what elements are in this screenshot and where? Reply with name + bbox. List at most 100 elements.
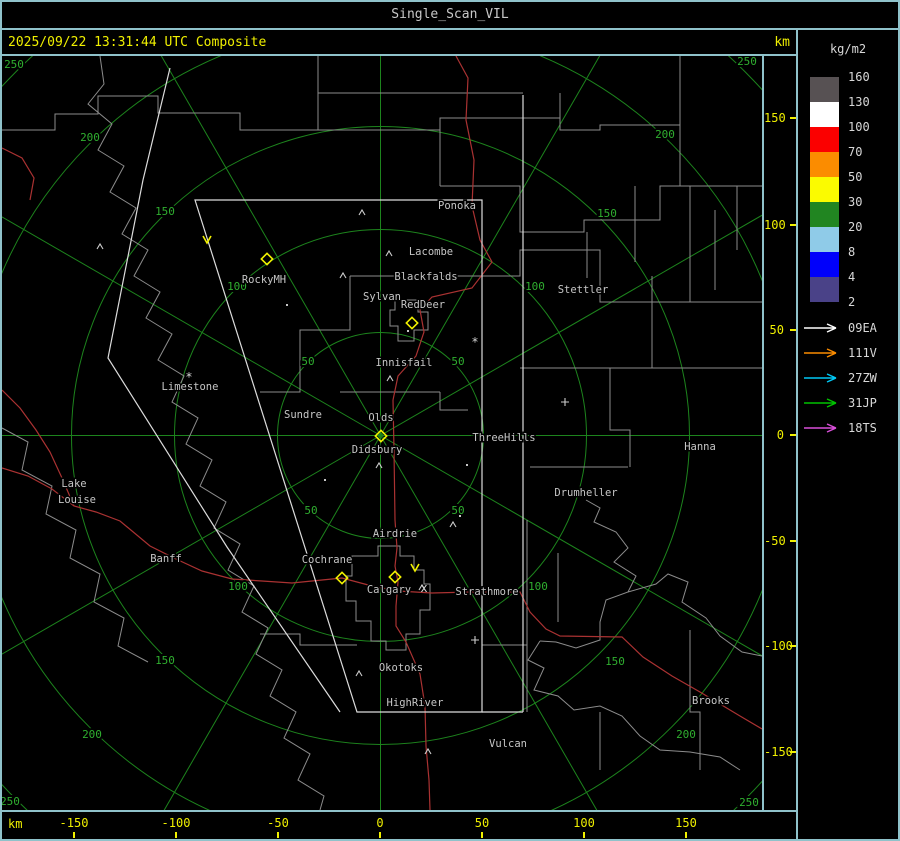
range-ring-label: 100 bbox=[228, 580, 248, 593]
legend-scale-value: 50 bbox=[848, 170, 863, 184]
frame-line-map-right bbox=[762, 54, 764, 812]
bottom-axis-label: -150 bbox=[59, 816, 89, 830]
range-ring-label: 50 bbox=[451, 504, 464, 517]
radar-id-label: 31JP bbox=[848, 396, 877, 410]
radar-coverage-outline bbox=[482, 95, 524, 713]
bottom-axis-tick bbox=[685, 832, 687, 838]
right-axis-unit-label: km bbox=[774, 35, 790, 50]
county-boundary bbox=[2, 95, 318, 131]
range-ring-label: 250 bbox=[2, 795, 20, 808]
town-label: Stettler bbox=[558, 284, 609, 296]
dot-marker bbox=[286, 304, 288, 306]
frame-line-below-title bbox=[0, 28, 900, 30]
bottom-axis-label: 100 bbox=[573, 816, 595, 830]
town-label: RedDeer bbox=[401, 299, 445, 311]
range-ring-label: 150 bbox=[155, 654, 175, 667]
radar-legend-row: 111V bbox=[802, 345, 898, 361]
range-ring-label: 250 bbox=[739, 796, 759, 809]
range-ring-label: 200 bbox=[676, 728, 696, 741]
radar-arrow-icon bbox=[804, 348, 837, 358]
right-axis-label: -150 bbox=[764, 745, 793, 759]
bottom-axis-label: -50 bbox=[267, 816, 289, 830]
town-label: Okotoks bbox=[379, 662, 423, 674]
county-boundary bbox=[520, 186, 762, 468]
range-ring-label: 200 bbox=[80, 131, 100, 144]
town-label: Hanna bbox=[684, 441, 716, 453]
title-bar: Single_Scan_VIL bbox=[0, 2, 900, 28]
legend-color-swatch bbox=[810, 252, 839, 277]
caret-marker bbox=[358, 208, 366, 216]
town-label: Lake bbox=[61, 478, 86, 490]
legend-scale-value: 20 bbox=[848, 220, 863, 234]
town-label: Airdrie bbox=[373, 528, 417, 540]
legend-color-swatch bbox=[810, 77, 839, 102]
bottom-axis-label: 50 bbox=[474, 816, 490, 830]
right-axis: 150 100 50 0 -50 -100 -150 bbox=[764, 56, 797, 810]
caret-marker bbox=[385, 249, 393, 257]
radar-id-label: 27ZW bbox=[848, 371, 877, 385]
legend-color-swatch bbox=[810, 277, 839, 302]
dot-marker bbox=[407, 330, 409, 332]
radar-legend-row: 18TS bbox=[802, 420, 898, 436]
bottom-axis-tick bbox=[73, 832, 75, 838]
bottom-axis-tick bbox=[379, 832, 381, 838]
radar-arrow-icon bbox=[804, 423, 837, 433]
radar-legend-row: 31JP bbox=[802, 395, 898, 411]
site-diamond-marker bbox=[260, 252, 274, 266]
radar-arrow-icon bbox=[804, 373, 837, 383]
town-label: Vulcan bbox=[489, 738, 527, 750]
legend-color-swatch bbox=[810, 177, 839, 202]
window-title: Single_Scan_VIL bbox=[391, 7, 509, 22]
range-ring-label: 50 bbox=[451, 355, 464, 368]
legend-scale-end-value: 2 bbox=[848, 295, 856, 309]
town-label: Louise bbox=[58, 494, 96, 506]
frame-line-top bbox=[0, 0, 900, 2]
bottom-axis: km -150 -100 -50 0 50 100 150 bbox=[0, 812, 796, 839]
legend-scale-value: 100 bbox=[848, 120, 870, 134]
dot-marker bbox=[324, 479, 326, 481]
legend-scale-value: 4 bbox=[848, 270, 856, 284]
site-diamond-marker bbox=[388, 570, 402, 584]
county-boundary bbox=[87, 56, 325, 810]
town-label: Olds bbox=[368, 412, 393, 424]
town-label: Didsbury bbox=[352, 444, 403, 456]
bottom-axis-tick bbox=[583, 832, 585, 838]
site-diamond-marker bbox=[405, 316, 419, 330]
legend-scale-value: 70 bbox=[848, 145, 863, 159]
range-ring-label: 50 bbox=[304, 504, 317, 517]
bottom-axis-label: 150 bbox=[675, 816, 697, 830]
town-label: Sundre bbox=[284, 409, 322, 421]
legend-color-swatch bbox=[810, 202, 839, 227]
asterisk-marker: * bbox=[185, 370, 192, 384]
caret-marker bbox=[96, 242, 104, 250]
frame-line-above-bottom-axis bbox=[0, 810, 798, 812]
radar-app-window: Single_Scan_VIL 2025/09/22 13:31:44 UTC … bbox=[0, 0, 900, 841]
radar-id-label: 09EA bbox=[848, 321, 877, 335]
plus-marker bbox=[471, 636, 479, 644]
range-ring-label: 200 bbox=[82, 728, 102, 741]
right-axis-label: 150 bbox=[764, 111, 786, 125]
plus-marker bbox=[561, 398, 569, 406]
radar-map-canvas: 50 5050 50100 100100 100150 150150 150200 20020… bbox=[2, 56, 762, 810]
right-axis-label: -100 bbox=[764, 639, 793, 653]
caret-marker bbox=[386, 374, 394, 382]
range-ring-label: 100 bbox=[528, 580, 548, 593]
town-label: Lacombe bbox=[409, 246, 453, 258]
town-label: Innisfail bbox=[376, 357, 433, 369]
dot-marker bbox=[466, 464, 468, 466]
scan-timestamp: 2025/09/22 13:31:44 UTC Composite bbox=[8, 35, 267, 50]
bottom-axis-label: -100 bbox=[161, 816, 191, 830]
legend-scale-value: 30 bbox=[848, 195, 863, 209]
legend-scale-value: 130 bbox=[848, 95, 870, 109]
caret-marker bbox=[449, 520, 457, 528]
legend-color-swatch bbox=[810, 102, 839, 127]
radar-id-label: 18TS bbox=[848, 421, 877, 435]
radial-line bbox=[2, 435, 381, 655]
town-label: HighRiver bbox=[387, 697, 444, 709]
bottom-axis-tick bbox=[277, 832, 279, 838]
bottom-axis-label: 0 bbox=[376, 816, 384, 830]
town-label: Drumheller bbox=[554, 487, 617, 499]
radar-legend-row: 09EA bbox=[802, 320, 898, 336]
town-label: Ponoka bbox=[438, 200, 476, 212]
x-marker: x bbox=[420, 581, 427, 595]
